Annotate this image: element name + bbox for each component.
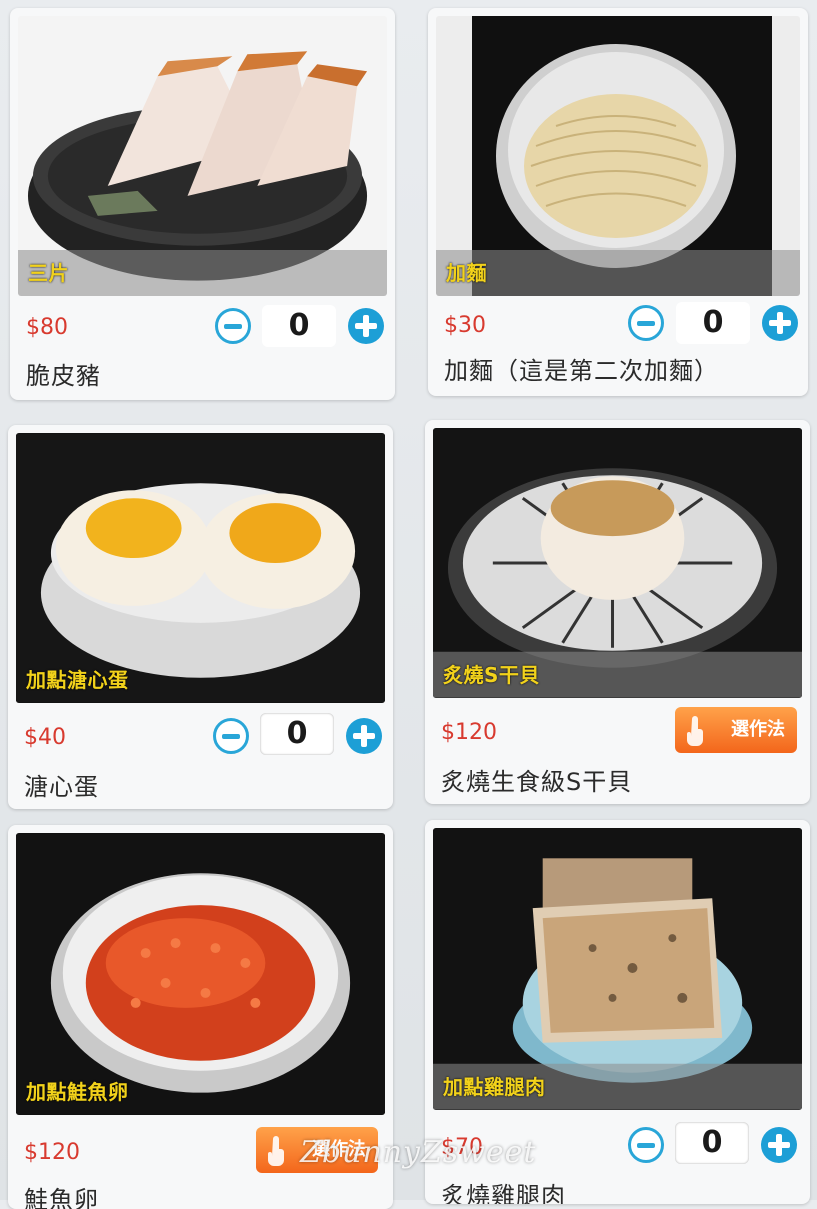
- food-photo: 炙燒S干貝: [433, 428, 802, 698]
- caption-text: 炙燒S干貝: [443, 663, 540, 687]
- caption-text: 加點鮭魚卵: [26, 1080, 129, 1104]
- food-photo: 加點雞腿肉: [433, 828, 802, 1110]
- menu-card-seared-scallop: 炙燒S干貝 $120 選作法 炙燒生食級S干貝: [425, 420, 810, 804]
- price: $120: [441, 720, 497, 745]
- price: $80: [26, 315, 68, 340]
- menu-card-extra-noodles: 加麵 $30 0 加麵（這是第二次加麵）: [428, 8, 808, 396]
- tap-hand-icon: [268, 1136, 284, 1166]
- increase-button[interactable]: [762, 305, 798, 341]
- quantity-value[interactable]: 0: [260, 713, 334, 755]
- item-name: 炙燒生食級S干貝: [441, 768, 633, 796]
- caption-text: 三片: [28, 261, 69, 285]
- quantity-value[interactable]: 0: [676, 302, 750, 344]
- food-photo: 加點溏心蛋: [16, 433, 385, 703]
- quantity-value[interactable]: 0: [675, 1122, 749, 1164]
- increase-button[interactable]: [346, 718, 382, 754]
- caption-bar: 加點雞腿肉: [433, 1064, 802, 1110]
- caption-text: 加麵: [446, 261, 487, 285]
- increase-button[interactable]: [348, 308, 384, 344]
- choose-preparation-button[interactable]: 選作法: [675, 707, 797, 753]
- caption-bar: 加點溏心蛋: [16, 657, 385, 703]
- menu-card-soft-boiled-egg: 加點溏心蛋 $40 0 溏心蛋: [8, 425, 393, 809]
- tap-hand-icon: [687, 716, 703, 746]
- caption-bar: 三片: [18, 250, 387, 296]
- menu-card-crispy-pork: 三片 $80 0 脆皮豬: [10, 8, 395, 400]
- price: $40: [24, 725, 66, 750]
- caption-bar: 加麵: [436, 250, 800, 296]
- increase-button[interactable]: [761, 1127, 797, 1163]
- quantity-value[interactable]: 0: [262, 305, 336, 347]
- price: $30: [444, 313, 486, 338]
- food-photo: 加點鮭魚卵: [16, 833, 385, 1115]
- food-photo: 加麵: [436, 16, 800, 296]
- decrease-button[interactable]: [628, 305, 664, 341]
- caption-bar: 炙燒S干貝: [433, 652, 802, 698]
- decrease-button[interactable]: [215, 308, 251, 344]
- choose-label: 選作法: [731, 719, 785, 740]
- caption-text: 加點雞腿肉: [443, 1075, 546, 1099]
- decrease-button[interactable]: [628, 1127, 664, 1163]
- item-name: 鮭魚卵: [24, 1186, 99, 1209]
- caption-text: 加點溏心蛋: [26, 668, 129, 692]
- item-name: 加麵（這是第二次加麵）: [444, 357, 719, 385]
- item-name: 溏心蛋: [24, 773, 99, 801]
- caption-bar: 加點鮭魚卵: [16, 1069, 385, 1115]
- price: $120: [24, 1140, 80, 1165]
- watermark-text: ZbunnyZsweet: [300, 1135, 537, 1170]
- food-photo: 三片: [18, 16, 387, 296]
- item-name: 脆皮豬: [26, 362, 101, 390]
- decrease-button[interactable]: [213, 718, 249, 754]
